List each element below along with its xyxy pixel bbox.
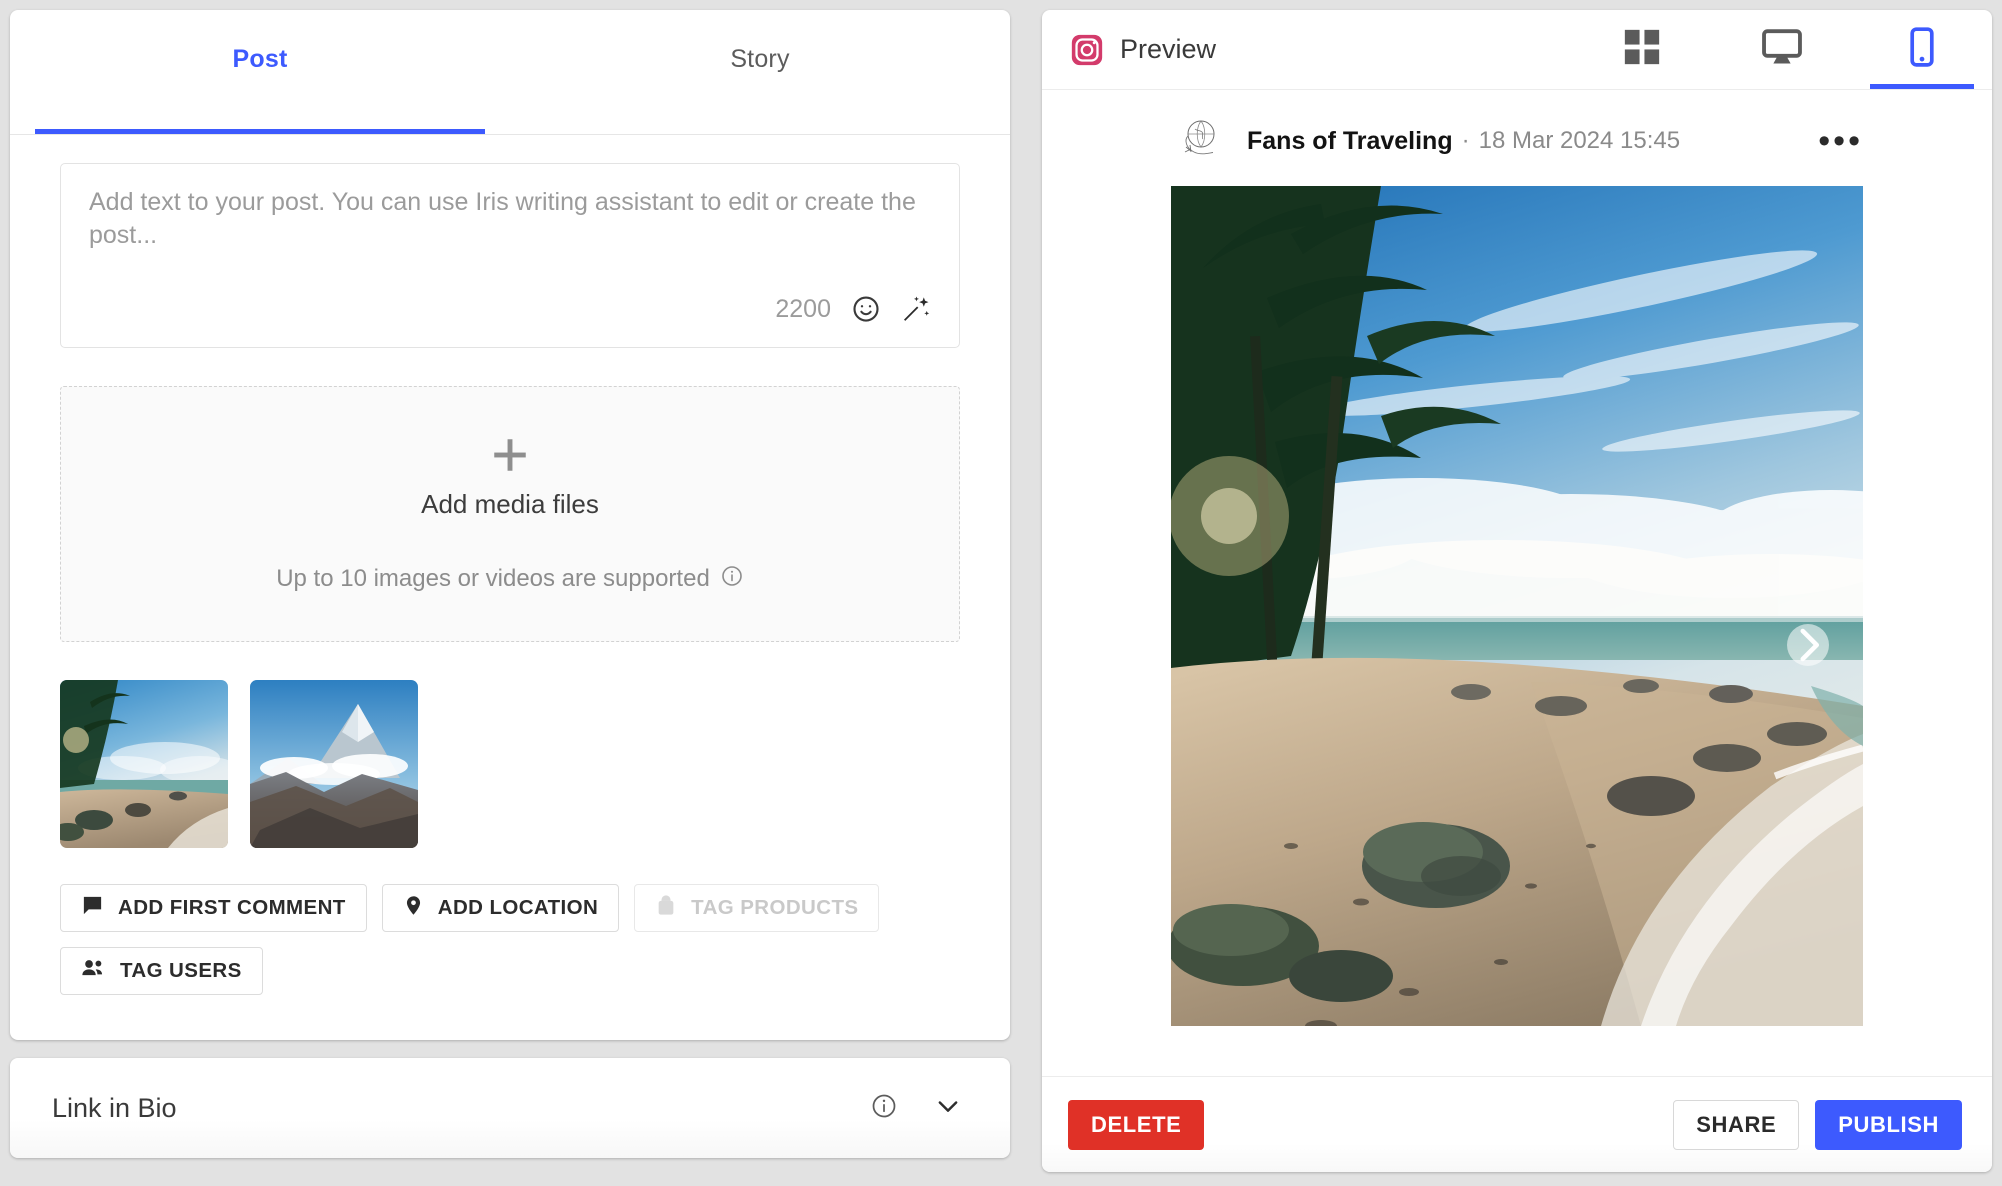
info-circle-icon[interactable] (720, 564, 744, 595)
chevron-right-icon[interactable] (1787, 624, 1829, 666)
text-input-tools: 2200 (775, 293, 933, 325)
preview-label: Preview (1120, 34, 1217, 64)
phone-icon (1901, 26, 1943, 73)
preview-view-mode-tabs (1572, 10, 1992, 89)
tag-users-button[interactable]: TAG USERS (60, 947, 263, 995)
media-thumbnail-list (60, 680, 960, 848)
chevron-down-icon[interactable] (934, 1092, 962, 1125)
tab-post-label: Post (232, 44, 288, 73)
link-in-bio-section[interactable]: Link in Bio (10, 1058, 1010, 1158)
snow-mountain-peak-thumbnail[interactable] (250, 680, 418, 848)
smiley-face-icon[interactable] (851, 294, 881, 324)
publish-button-label: PUBLISH (1838, 1111, 1939, 1137)
beach-palm-trees-preview (1171, 186, 1863, 1076)
tab-story[interactable]: Story (510, 10, 1010, 134)
tab-story-label: Story (730, 44, 790, 73)
tag-users-label: TAG USERS (120, 959, 242, 982)
globe-travel-avatar (1171, 114, 1225, 168)
monitor-icon (1760, 25, 1804, 74)
composer-column: Post Story Add text to your post. You ca… (10, 10, 1010, 1172)
link-in-bio-title: Link in Bio (52, 1092, 177, 1123)
preview-post-header: Fans of Traveling · 18 Mar 2024 15:45 ••… (1171, 90, 1863, 186)
post-text-input[interactable]: Add text to your post. You can use Iris … (60, 163, 960, 348)
add-media-hint: Up to 10 images or videos are supported (276, 564, 744, 595)
preview-separator: · (1461, 127, 1470, 154)
preview-column: Preview Fans of Traveling · 18 Mar 2024 … (1042, 10, 1992, 1172)
add-first-comment-button[interactable]: ADD FIRST COMMENT (60, 884, 367, 932)
delete-button-label: DELETE (1091, 1111, 1182, 1137)
app-root: Post Story Add text to your post. You ca… (0, 0, 2002, 1186)
instagram-icon (1070, 33, 1104, 67)
preview-account-name: Fans of Traveling (1247, 126, 1453, 155)
plus-icon (489, 434, 531, 481)
composer-card: Post Story Add text to your post. You ca… (10, 10, 1010, 1040)
map-pin-icon (403, 894, 424, 923)
comment-bubble-icon (81, 894, 104, 923)
tag-products-label: TAG PRODUCTS (691, 896, 859, 919)
view-mode-grid[interactable] (1572, 10, 1712, 89)
share-button-label: SHARE (1696, 1111, 1777, 1137)
publish-button[interactable]: PUBLISH (1815, 1099, 1962, 1150)
composer-body: Add text to your post. You can use Iris … (10, 135, 1010, 1040)
tab-post[interactable]: Post (10, 10, 510, 134)
add-location-button[interactable]: ADD LOCATION (381, 884, 620, 932)
add-first-comment-label: ADD FIRST COMMENT (118, 896, 346, 919)
add-media-title: Add media files (421, 488, 599, 519)
view-mode-desktop[interactable] (1712, 10, 1852, 89)
people-icon (81, 957, 106, 985)
composer-tabs: Post Story (10, 10, 1010, 135)
preview-timestamp: 18 Mar 2024 15:45 (1478, 127, 1681, 154)
beach-palm-trees-thumbnail[interactable] (60, 680, 228, 848)
post-text-placeholder: Add text to your post. You can use Iris … (89, 188, 916, 250)
preview-header: Preview (1042, 10, 1992, 90)
more-horizontal-icon[interactable]: ••• (1818, 123, 1863, 158)
grid-icon (1621, 26, 1663, 73)
add-media-dropzone[interactable]: Add media files Up to 10 images or video… (60, 386, 960, 642)
character-counter: 2200 (775, 294, 831, 323)
delete-button[interactable]: DELETE (1068, 1099, 1205, 1150)
preview-footer: DELETE SHARE PUBLISH (1042, 1076, 1992, 1172)
composer-action-buttons: ADD FIRST COMMENT ADD LOCATION TAG PRODU… (60, 884, 960, 995)
add-location-label: ADD LOCATION (437, 896, 599, 919)
magic-wand-sparkle-icon[interactable] (901, 293, 933, 325)
tag-products-button: TAG PRODUCTS (634, 884, 880, 932)
preview-scroll-area[interactable]: Fans of Traveling · 18 Mar 2024 15:45 ••… (1042, 90, 1992, 1076)
add-media-hint-text: Up to 10 images or videos are supported (276, 565, 710, 592)
shopping-bag-icon (655, 894, 677, 923)
link-in-bio-controls (870, 1092, 962, 1125)
view-mode-mobile[interactable] (1852, 10, 1992, 89)
share-button[interactable]: SHARE (1673, 1099, 1800, 1150)
preview-card: Preview Fans of Traveling · 18 Mar 2024 … (1042, 10, 1992, 1172)
info-circle-icon[interactable] (870, 1092, 898, 1125)
